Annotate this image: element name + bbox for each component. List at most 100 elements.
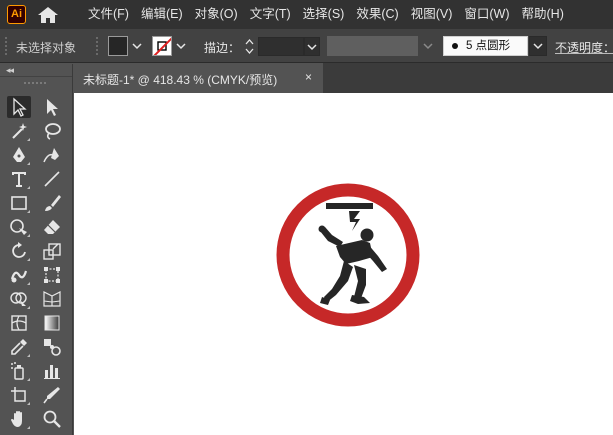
lasso-icon: [45, 123, 61, 140]
direct-selection-arrow-icon: [47, 99, 58, 116]
brush-definition-label: 5 点圆形: [466, 40, 511, 52]
chevron-down-icon[interactable]: [130, 36, 144, 56]
symbol-sprayer-icon: [11, 362, 24, 380]
menu-help[interactable]: 帮助(H): [516, 0, 570, 29]
column-graph-icon: [44, 365, 60, 379]
chevron-down-icon[interactable]: [174, 36, 188, 56]
tool-group-indicator: [27, 234, 30, 237]
column-graph-tool[interactable]: [40, 360, 64, 382]
eraser-icon: [44, 220, 60, 234]
hand-icon: [11, 411, 22, 427]
artboard-tool[interactable]: [7, 384, 31, 406]
panel-grip[interactable]: [24, 82, 48, 84]
shape-builder-tool[interactable]: [7, 288, 31, 310]
scale-tool[interactable]: [40, 240, 64, 262]
blend-tool[interactable]: [40, 336, 64, 358]
document-tab-bar: 未标题-1* @ 418.43 % (CMYK/预览) ×: [73, 63, 613, 93]
control-bar-grip[interactable]: [5, 37, 7, 55]
rectangle-icon: [11, 196, 27, 210]
figure-head: [360, 228, 374, 242]
artboard-canvas[interactable]: [74, 93, 613, 435]
tool-group-indicator: [27, 162, 30, 165]
direct-selection-tool[interactable]: [40, 96, 64, 118]
shaper-tool[interactable]: [7, 216, 31, 238]
electrical-hazard-sign[interactable]: [274, 181, 422, 329]
menu-effect[interactable]: 效果(C): [350, 0, 404, 29]
menu-items: 文件(F) 编辑(E) 对象(O) 文字(T) 选择(S) 效果(C) 视图(V…: [82, 0, 570, 29]
brush-definition-select[interactable]: 5 点圆形: [443, 36, 528, 56]
curvature-tool[interactable]: [40, 144, 64, 166]
mesh-icon: [11, 315, 27, 331]
menu-file[interactable]: 文件(F): [82, 0, 135, 29]
eyedropper-tool[interactable]: [7, 336, 31, 358]
rotate-icon: [12, 242, 26, 258]
symbol-sprayer-tool[interactable]: [7, 360, 31, 382]
tools-panel: ◂◂: [0, 64, 73, 435]
perspective-grid-icon: [43, 291, 61, 307]
brush-dot-icon: [452, 43, 458, 49]
line-segment-tool[interactable]: [40, 168, 64, 190]
eraser-tool[interactable]: [40, 216, 64, 238]
type-tool[interactable]: [7, 168, 31, 190]
no-stroke-icon: [153, 37, 171, 55]
gradient-icon: [44, 315, 60, 331]
stroke-weight-input[interactable]: [258, 37, 304, 56]
selection-status: 未选择对象: [16, 41, 77, 55]
tool-group-indicator: [27, 354, 30, 357]
artboard-icon: [11, 387, 26, 402]
menu-bar: Ai 文件(F) 编辑(E) 对象(O) 文字(T) 选择(S) 效果(C) 视…: [0, 0, 613, 29]
zoom-magnifier-icon: [43, 410, 61, 428]
slice-tool[interactable]: [40, 384, 64, 406]
mesh-tool[interactable]: [7, 312, 31, 334]
zoom-tool[interactable]: [40, 408, 64, 430]
free-transform-icon: [44, 267, 60, 283]
tool-group-indicator: [27, 402, 30, 405]
document-tab[interactable]: 未标题-1* @ 418.43 % (CMYK/预览) ×: [73, 63, 323, 93]
stroke-color-swatch[interactable]: [152, 36, 172, 56]
pen-tool[interactable]: [7, 144, 31, 166]
perspective-grid-tool[interactable]: [40, 288, 64, 310]
home-icon[interactable]: [37, 6, 59, 24]
collapse-panel-icon[interactable]: ◂◂: [6, 65, 14, 76]
figure-hand: [318, 225, 326, 233]
tool-group-indicator: [27, 378, 30, 381]
variable-width-profile[interactable]: [327, 36, 418, 56]
magic-wand-tool[interactable]: [7, 120, 31, 142]
selection-tool[interactable]: [7, 96, 31, 118]
pen-nib-icon: [13, 147, 25, 162]
rectangle-tool[interactable]: [7, 192, 31, 214]
menu-type[interactable]: 文字(T): [244, 0, 297, 29]
app-logo: Ai: [7, 5, 26, 24]
warp-icon: [10, 270, 28, 283]
lasso-tool[interactable]: [40, 120, 64, 142]
chevron-down-icon[interactable]: [421, 36, 435, 56]
tool-group-indicator: [27, 306, 30, 309]
divider: [96, 37, 98, 55]
slice-knife-icon: [43, 387, 60, 404]
warp-tool[interactable]: [7, 264, 31, 286]
brush-definition-dropdown[interactable]: [529, 36, 547, 56]
tool-group-indicator: [27, 282, 30, 285]
shaper-icon: [10, 219, 27, 235]
menu-edit[interactable]: 编辑(E): [135, 0, 189, 29]
menu-object[interactable]: 对象(O): [189, 0, 244, 29]
tool-group-indicator: [27, 138, 30, 141]
menu-view[interactable]: 视图(V): [405, 0, 459, 29]
close-icon[interactable]: ×: [305, 70, 312, 84]
tool-group-indicator: [27, 258, 30, 261]
menu-select[interactable]: 选择(S): [297, 0, 351, 29]
free-transform-tool[interactable]: [40, 264, 64, 286]
stroke-weight-stepper[interactable]: [243, 37, 256, 56]
menu-window[interactable]: 窗口(W): [458, 0, 515, 29]
hand-tool[interactable]: [7, 408, 31, 430]
paintbrush-tool[interactable]: [40, 192, 64, 214]
rotate-tool[interactable]: [7, 240, 31, 262]
divider: [0, 76, 72, 77]
gradient-tool[interactable]: [40, 312, 64, 334]
tool-group-indicator: [27, 186, 30, 189]
eyedropper-icon: [11, 339, 27, 355]
stroke-weight-dropdown[interactable]: [304, 37, 320, 56]
opacity-label[interactable]: 不透明度：: [555, 39, 613, 56]
paintbrush-icon: [45, 195, 61, 211]
fill-color-swatch[interactable]: [108, 36, 128, 56]
